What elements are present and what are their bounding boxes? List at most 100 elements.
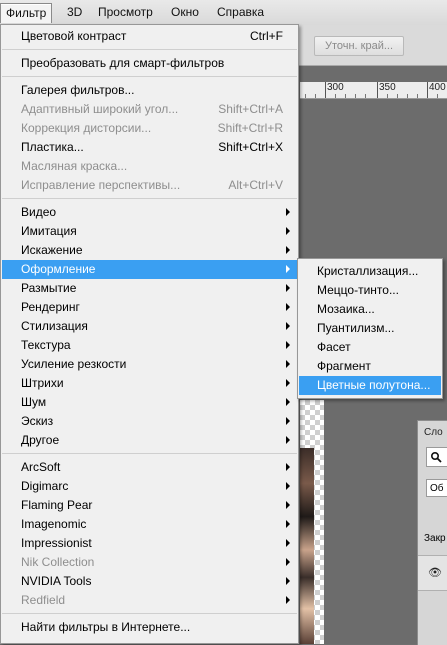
menu-window[interactable]: Окно xyxy=(166,3,204,22)
submenu-item[interactable]: Кристаллизация... xyxy=(299,262,441,281)
filter-menu-item[interactable]: Текстура xyxy=(2,336,297,355)
menu-item-label: Цветовой контраст xyxy=(21,29,127,43)
filter-menu-item[interactable]: Преобразовать для смарт-фильтров xyxy=(2,54,297,73)
menu-item-label: Видео xyxy=(21,205,57,219)
menu-item-label: Имитация xyxy=(21,224,77,238)
submenu-item[interactable]: Мозаика... xyxy=(299,300,441,319)
ruler-minor-tick xyxy=(345,94,346,98)
filter-menu-item[interactable]: Галерея фильтров... xyxy=(2,81,297,100)
submenu-item[interactable]: Цветные полутона... xyxy=(299,376,441,395)
menu-item-label: Рендеринг xyxy=(21,300,80,314)
ruler-minor-tick xyxy=(387,94,388,98)
menu-item-label: Масляная краска... xyxy=(21,159,128,173)
layers-tab[interactable]: Сло xyxy=(424,427,443,438)
refine-edge-button[interactable]: Уточн. край... xyxy=(314,36,404,56)
menu-item-label: Digimarc xyxy=(21,479,69,493)
menu-item-label: Пластика... xyxy=(21,140,84,154)
filter-menu-item[interactable]: Эскиз xyxy=(2,412,297,431)
menu-filter[interactable]: Фильтр xyxy=(0,3,53,23)
submenu-arrow-icon xyxy=(286,596,290,604)
ruler-minor-tick xyxy=(305,94,306,98)
submenu-arrow-icon xyxy=(286,501,290,509)
submenu-arrow-icon xyxy=(286,208,290,216)
filter-menu-item[interactable]: Другое xyxy=(2,431,297,450)
filter-menu-item[interactable]: Видео xyxy=(2,203,297,222)
ruler-major-tick xyxy=(325,82,326,98)
submenu-item-label: Кристаллизация... xyxy=(317,264,419,278)
filter-menu-item[interactable]: Шум xyxy=(2,393,297,412)
filter-menu-item[interactable]: Штрихи xyxy=(2,374,297,393)
submenu-arrow-icon xyxy=(286,577,290,585)
layer-row[interactable]: 👁 xyxy=(418,555,447,591)
submenu-item-label: Мозаика... xyxy=(317,302,375,316)
filter-menu-item[interactable]: Пластика... Shift+Ctrl+X xyxy=(2,138,297,157)
blend-mode-select[interactable]: Об xyxy=(426,479,447,497)
submenu-arrow-icon xyxy=(286,227,290,235)
submenu-arrow-icon xyxy=(286,436,290,444)
filter-menu-item[interactable]: Imagenomic xyxy=(2,515,297,534)
filter-menu-item[interactable]: ArcSoft xyxy=(2,458,297,477)
filter-menu-item: Nik Collection xyxy=(2,553,297,572)
filter-menu-item[interactable]: Искажение xyxy=(2,241,297,260)
submenu-arrow-icon xyxy=(286,520,290,528)
submenu-item[interactable]: Фасет xyxy=(299,338,441,357)
menu-view[interactable]: Просмотр xyxy=(93,3,158,22)
filter-menu-item[interactable]: Оформление xyxy=(2,260,297,279)
menu-item-shortcut: Shift+Ctrl+A xyxy=(218,102,283,116)
filter-menu-item[interactable]: Рендеринг xyxy=(2,298,297,317)
submenu-item-label: Меццо-тинто... xyxy=(317,283,399,297)
submenu-arrow-icon xyxy=(286,398,290,406)
ruler-minor-tick xyxy=(365,94,366,98)
filter-menu-item[interactable]: Цветовой контраст Ctrl+F xyxy=(2,27,297,46)
lock-label: Закр xyxy=(424,533,446,544)
ruler-minor-tick xyxy=(335,94,336,98)
submenu-arrow-icon xyxy=(286,341,290,349)
filter-menu-item[interactable]: Impressionist xyxy=(2,534,297,553)
menu-item-label: Эскиз xyxy=(21,414,54,428)
submenu-arrow-icon xyxy=(286,360,290,368)
submenu-arrow-icon xyxy=(286,417,290,425)
filter-menu-item[interactable]: Найти фильтры в Интернете... xyxy=(2,618,297,637)
filter-menu-item[interactable]: Имитация xyxy=(2,222,297,241)
menu-separator xyxy=(2,76,297,77)
submenu-arrow-icon xyxy=(286,322,290,330)
filter-menu-item[interactable]: NVIDIA Tools xyxy=(2,572,297,591)
submenu-arrow-icon xyxy=(286,265,290,273)
submenu-arrow-icon xyxy=(286,246,290,254)
stylize-submenu: Кристаллизация... Меццо-тинто... Мозаика..… xyxy=(297,258,443,399)
layers-search-field[interactable] xyxy=(426,447,447,467)
filter-menu-item: Масляная краска... xyxy=(2,157,297,176)
submenu-item[interactable]: Пуантилизм... xyxy=(299,319,441,338)
filter-menu-item: Адаптивный широкий угол... Shift+Ctrl+A xyxy=(2,100,297,119)
filter-menu-item[interactable]: Размытие xyxy=(2,279,297,298)
eye-icon[interactable]: 👁 xyxy=(428,566,442,579)
submenu-item[interactable]: Фрагмент xyxy=(299,357,441,376)
ruler-label-300: 300 xyxy=(327,82,344,93)
menu-item-label: Исправление перспективы... xyxy=(21,178,181,192)
layers-panel: Сло Об Закр 👁 xyxy=(417,420,447,645)
filter-menu-item[interactable]: Flaming Pear xyxy=(2,496,297,515)
menu-item-label: Преобразовать для смарт-фильтров xyxy=(21,56,225,70)
filter-menu: Цветовой контраст Ctrl+F Преобразовать для… xyxy=(0,24,299,644)
menu-3d[interactable]: 3D xyxy=(62,3,87,22)
menu-item-shortcut: Shift+Ctrl+R xyxy=(217,121,283,135)
submenu-item[interactable]: Меццо-тинто... xyxy=(299,281,441,300)
canvas-image[interactable] xyxy=(300,448,314,644)
submenu-item-label: Фрагмент xyxy=(317,359,371,373)
ruler-label-400: 400 xyxy=(429,82,446,93)
menu-separator xyxy=(2,49,297,50)
menu-item-shortcut: Alt+Ctrl+V xyxy=(228,178,283,192)
menu-item-label: Impressionist xyxy=(21,536,92,550)
submenu-arrow-icon xyxy=(286,482,290,490)
submenu-arrow-icon xyxy=(286,303,290,311)
menu-help[interactable]: Справка xyxy=(212,3,269,22)
filter-menu-item[interactable]: Усиление резкости xyxy=(2,355,297,374)
ruler-major-tick xyxy=(427,82,428,98)
menu-item-label: Искажение xyxy=(21,243,83,257)
submenu-arrow-icon xyxy=(286,379,290,387)
filter-menu-item[interactable]: Стилизация xyxy=(2,317,297,336)
menu-item-label: Текстура xyxy=(21,338,71,352)
menu-item-label: Другое xyxy=(21,433,60,447)
menu-separator xyxy=(2,613,297,614)
filter-menu-item[interactable]: Digimarc xyxy=(2,477,297,496)
